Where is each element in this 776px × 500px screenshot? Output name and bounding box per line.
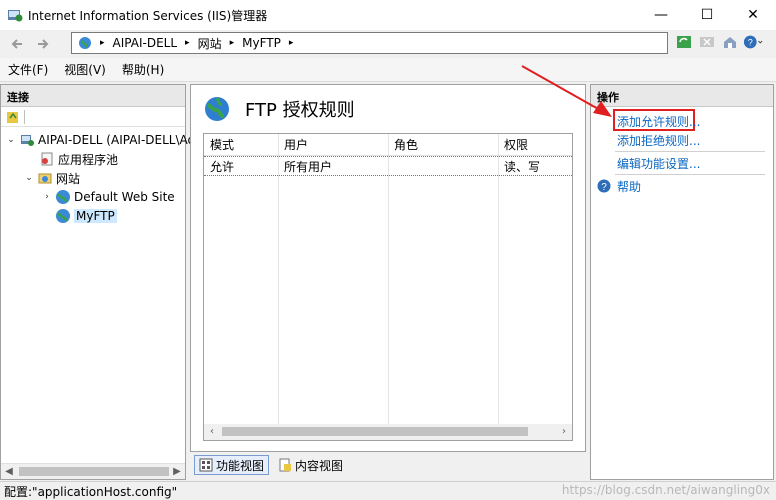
help-link[interactable]: 帮助 bbox=[617, 178, 641, 195]
tree-label-sites: 网站 bbox=[56, 171, 81, 186]
add-allow-rule-link[interactable]: 添加允许规则... bbox=[617, 113, 700, 130]
tree-label-server: AIPAI-DELL (AIPAI-DELL\Ad bbox=[38, 133, 196, 147]
cell-users: 所有用户 bbox=[284, 159, 333, 174]
breadcrumb-separator: ▸ bbox=[185, 38, 190, 48]
globe-icon bbox=[56, 209, 70, 223]
scroll-thumb[interactable] bbox=[19, 467, 169, 476]
connections-hscrollbar[interactable]: ◀ ▶ bbox=[1, 463, 185, 479]
scroll-left-icon[interactable]: ◀ bbox=[1, 464, 17, 480]
menu-file[interactable]: 文件(F) bbox=[0, 61, 56, 78]
breadcrumb-separator: ▸ bbox=[100, 38, 105, 48]
help-menu-button[interactable]: ? bbox=[743, 32, 763, 52]
svg-text:?: ? bbox=[748, 38, 753, 48]
column-header-mode[interactable]: 模式 bbox=[204, 134, 278, 155]
server-icon bbox=[21, 135, 34, 146]
content-view-icon bbox=[279, 458, 292, 472]
address-row: ▸ AIPAI-DELL ▸ 网站 ▸ MyFTP ▸ ? bbox=[0, 30, 776, 56]
tab-content-view[interactable]: 内容视图 bbox=[273, 455, 348, 475]
connections-panel: 连接 ⌄ AIPAI-DELL (AIPAI-DELL\Ad 应用程序池 ⌄ 网… bbox=[0, 84, 195, 480]
ftp-authorization-icon bbox=[205, 97, 229, 121]
table-row[interactable]: 允许 所有用户 读、写 bbox=[204, 156, 572, 176]
tab-features-view[interactable]: 功能视图 bbox=[194, 455, 270, 475]
feature-header: FTP 授权规则 bbox=[203, 95, 355, 123]
address-bar[interactable]: ▸ AIPAI-DELL ▸ 网站 ▸ MyFTP ▸ bbox=[71, 32, 668, 54]
features-view-icon bbox=[199, 458, 213, 472]
stop-icon bbox=[700, 37, 714, 47]
tree-item-default-site[interactable]: › Default Web Site bbox=[41, 188, 175, 206]
globe-icon bbox=[56, 190, 70, 204]
refresh-icon bbox=[677, 36, 691, 48]
stop-button[interactable] bbox=[697, 32, 717, 52]
tree-item-server[interactable]: ⌄ AIPAI-DELL (AIPAI-DELL\Ad bbox=[5, 131, 195, 149]
tab-content-view-label: 内容视图 bbox=[295, 458, 344, 473]
help-icon: ? bbox=[743, 35, 763, 49]
scroll-right-icon[interactable]: ▶ bbox=[169, 464, 185, 480]
add-deny-rule-link[interactable]: 添加拒绝规则... bbox=[617, 132, 700, 149]
breadcrumb-sites[interactable]: 网站 bbox=[198, 35, 222, 52]
actions-panel: 操作 添加允许规则... 添加拒绝规则... 编辑功能设置... ? 帮助 bbox=[590, 84, 774, 480]
column-header-users[interactable]: 用户 bbox=[278, 134, 388, 155]
breadcrumb-myftp[interactable]: MyFTP bbox=[242, 36, 281, 50]
edit-feature-settings-link[interactable]: 编辑功能设置... bbox=[617, 155, 700, 172]
refresh-button[interactable] bbox=[674, 32, 694, 52]
scroll-right-icon[interactable]: › bbox=[556, 424, 572, 440]
menu-help[interactable]: 帮助(H) bbox=[114, 61, 172, 78]
connections-header: 连接 bbox=[1, 85, 185, 107]
menu-view[interactable]: 视图(V) bbox=[56, 61, 114, 78]
page-title: FTP 授权规则 bbox=[245, 100, 355, 121]
cell-mode: 允许 bbox=[210, 159, 235, 174]
maximize-button[interactable]: ☐ bbox=[684, 0, 730, 30]
collapse-icon[interactable]: ⌄ bbox=[5, 135, 17, 145]
column-header-roles[interactable]: 角色 bbox=[388, 134, 498, 155]
app-pool-icon bbox=[41, 152, 53, 166]
tab-features-view-label: 功能视图 bbox=[216, 458, 265, 473]
table-hscrollbar[interactable]: ‹ › bbox=[204, 424, 572, 440]
back-button[interactable] bbox=[6, 33, 28, 55]
menu-bar: 文件(F) 视图(V) 帮助(H) bbox=[0, 58, 776, 82]
tree-item-sites[interactable]: ⌄ 网站 bbox=[23, 169, 80, 187]
tree-label-app-pools: 应用程序池 bbox=[58, 152, 119, 167]
close-button[interactable]: ✕ bbox=[730, 0, 776, 30]
actions-divider bbox=[615, 174, 765, 175]
sites-folder-icon bbox=[38, 173, 52, 184]
title-bar: Internet Information Services (IIS)管理器 —… bbox=[0, 0, 776, 30]
minimize-button[interactable]: — bbox=[638, 0, 684, 30]
actions-divider bbox=[615, 151, 765, 152]
view-tabs: 功能视图 内容视图 bbox=[194, 455, 348, 477]
window-title: Internet Information Services (IIS)管理器 bbox=[28, 8, 268, 23]
breadcrumb-separator: ▸ bbox=[288, 38, 294, 48]
globe-icon bbox=[79, 37, 91, 49]
back-arrow-icon bbox=[11, 39, 22, 49]
iis-app-icon bbox=[8, 10, 23, 22]
cell-roles bbox=[388, 157, 498, 175]
svg-text:?: ? bbox=[601, 182, 607, 193]
rules-table: 模式 用户 角色 权限 允许 所有用户 读、写 ‹ › bbox=[203, 133, 573, 441]
help-icon: ? bbox=[597, 179, 611, 193]
breadcrumb-server[interactable]: AIPAI-DELL bbox=[113, 36, 178, 50]
tree-label-default-site: Default Web Site bbox=[74, 190, 175, 204]
connections-toolbar bbox=[1, 107, 185, 127]
watermark: https://blog.csdn.net/aiwangling0x bbox=[561, 483, 770, 497]
table-header: 模式 用户 角色 权限 bbox=[204, 134, 572, 156]
home-icon bbox=[724, 37, 736, 48]
feature-panel: FTP 授权规则 模式 用户 角色 权限 允许 所有用户 读、写 ‹ › bbox=[190, 84, 586, 452]
forward-arrow-icon bbox=[38, 39, 49, 49]
breadcrumb-separator: ▸ bbox=[229, 38, 235, 48]
tree-item-myftp[interactable]: MyFTP bbox=[41, 207, 117, 225]
collapse-icon[interactable]: ⌄ bbox=[23, 173, 35, 183]
start-page-icon[interactable] bbox=[5, 109, 21, 125]
actions-header: 操作 bbox=[591, 85, 773, 107]
toolbar-divider bbox=[24, 109, 25, 124]
column-header-permissions[interactable]: 权限 bbox=[498, 134, 572, 155]
scroll-thumb[interactable] bbox=[222, 427, 528, 436]
status-text: 配置:"applicationHost.config" bbox=[4, 484, 178, 499]
home-button[interactable] bbox=[720, 32, 740, 52]
tree-label-myftp: MyFTP bbox=[74, 209, 117, 223]
forward-button[interactable] bbox=[32, 33, 54, 55]
cell-permissions: 读、写 bbox=[504, 159, 541, 174]
expand-icon[interactable]: › bbox=[41, 192, 53, 202]
scroll-left-icon[interactable]: ‹ bbox=[204, 424, 220, 440]
tree-item-app-pools[interactable]: 应用程序池 bbox=[25, 150, 118, 168]
